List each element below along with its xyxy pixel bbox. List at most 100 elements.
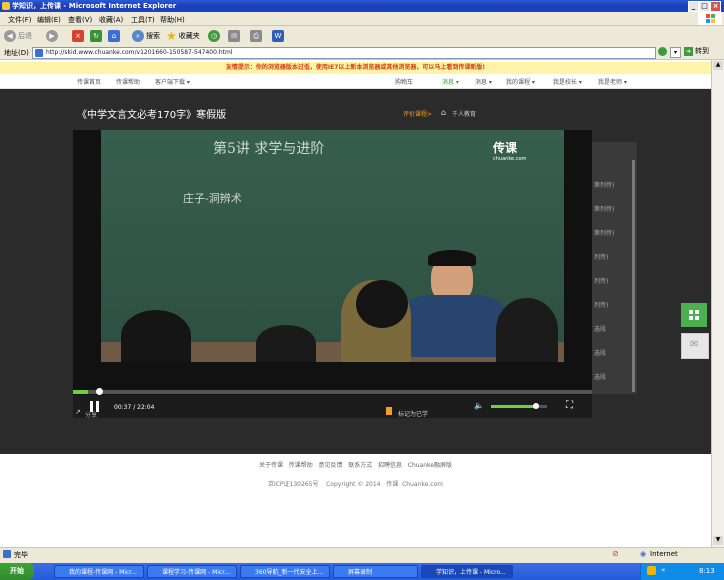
chapter-item[interactable]: 选段 [594,372,606,381]
page-scrollbar[interactable]: ▲ ▼ [711,60,724,547]
task-button[interactable]: 360导航_新一代安全上... [240,565,330,578]
student-head-3 [121,310,191,362]
footer-brand: 传课 [386,481,399,488]
org-name[interactable]: 千人教育 [452,109,476,118]
stop-icon: × [72,29,84,42]
course-title: 《中学文言文必考170字》寒假版 [77,110,227,121]
page-done-icon [3,550,11,558]
forward-button[interactable]: ▶ [46,29,58,42]
menu-edit[interactable]: 编辑(E) [37,15,61,25]
home-button[interactable]: ⌂ [108,29,120,42]
minimize-button[interactable]: _ [688,1,699,12]
dropdown-arrow-icon[interactable]: ▾ [670,47,681,58]
video-progress-bar[interactable] [73,388,592,395]
scroll-down-icon[interactable]: ▼ [713,536,723,545]
chapter-item[interactable]: 列传) [594,300,608,309]
history-button[interactable]: ◷ [208,29,220,42]
scroll-up-icon[interactable]: ▲ [713,61,723,70]
nav-messages-1[interactable]: 消息 ▾ [442,77,459,86]
history-icon: ◷ [208,29,220,42]
task-button-active[interactable]: 学知识，上传课 - Micro... [421,565,513,578]
fullscreen-icon[interactable]: ⛶ [566,400,573,411]
student-head-1 [356,280,408,328]
window-titlebar[interactable]: 学知识，上传课 - Microsoft Internet Explorer _ … [0,0,724,12]
word-button[interactable]: W [272,29,284,42]
footer-link-help[interactable]: 传课帮助 [289,462,313,469]
video-progress-handle[interactable] [96,388,103,395]
volume-slider[interactable] [491,403,547,409]
zone-label: Internet [650,550,678,558]
nav-cart[interactable]: 购物车 [395,77,413,86]
task-button[interactable]: 我的课程-传课网 - Micr... [54,565,144,578]
footer-link-fullscreen[interactable]: Chuanke融屏版 [408,462,452,469]
maximize-button[interactable]: □ [699,1,710,12]
footer-icp[interactable]: 京ICP证130265号 [268,481,318,488]
status-text: 完毕 [14,551,28,559]
nav-messages-2[interactable]: 消息 ▾ [475,77,492,86]
stop-button[interactable]: × [72,29,84,42]
nav-help[interactable]: 传课帮助 [116,77,140,86]
nav-principal[interactable]: 我是校长 ▾ [553,77,582,86]
chapter-item[interactable]: 第列传) [594,204,614,213]
compat-icon[interactable] [658,47,667,56]
back-button[interactable]: ◀ 后退 [4,29,32,42]
rate-course-link[interactable]: 评价课程> [403,109,432,118]
footer-link-jobs[interactable]: 招聘信息 [378,462,402,469]
volume-icon[interactable]: 🔈 [474,401,484,410]
status-bar: 完毕 ⊘ ◉ Internet [0,547,724,561]
go-button[interactable]: ➜ 转到 [684,46,709,56]
share-label[interactable]: 分享 [85,410,97,419]
refresh-button[interactable]: ↻ [90,29,102,42]
volume-handle[interactable] [533,403,539,409]
chapter-item[interactable]: 第列传) [594,228,614,237]
nav-home[interactable]: 传课首页 [77,77,101,86]
feedback-button[interactable]: ✉ [681,333,709,359]
share-icon[interactable]: ↗ [75,408,81,416]
chapter-item[interactable]: 列传) [594,276,608,285]
menu-file[interactable]: 文件(F) [8,15,32,25]
task-button[interactable]: 屏幕录制 [333,565,418,578]
chapter-item[interactable]: 选段 [594,348,606,357]
search-icon: ⌕ [132,29,144,42]
footer-domain: Chuanke.com [402,481,444,488]
security-icon: ⊘ [612,549,619,558]
task-button[interactable]: 课程学习-传课网 - Micr... [147,565,237,578]
nav-teacher[interactable]: 我是老师 ▾ [598,77,627,86]
footer-link-feedback[interactable]: 意见反馈 [319,462,343,469]
home-icon: ⌂ [108,29,120,42]
favorites-button[interactable]: ★ 收藏夹 [166,29,200,43]
video-frame[interactable]: 第5讲 求学与进阶 庄子-洞辨术 传课 chuanke.com [101,130,564,362]
menu-view[interactable]: 查看(V) [68,15,92,25]
site-nav: 传课首页 传课帮助 客户端下载 ▾ 购物车 消息 ▾ 消息 ▾ 我的课程 ▾ 我… [0,74,711,89]
volume-fill [491,405,536,408]
footer-copyright: 京ICP证130265号 Copyright © 2014 传课 Chuanke… [0,479,711,488]
qrcode-icon [689,310,699,320]
mail-button[interactable]: ✉ [228,29,240,42]
tray-app-icon[interactable] [647,566,656,575]
volume-tray-icon[interactable]: « [661,566,665,574]
search-button[interactable]: ⌕ 搜索 [132,29,160,42]
menu-favorites[interactable]: 收藏(A) [99,15,123,25]
nav-my-courses[interactable]: 我的课程 ▾ [506,77,535,86]
chapter-item[interactable]: 选段 [594,324,606,333]
close-button[interactable]: × [710,1,721,12]
bookmark-label[interactable]: 标记为已学 [398,409,428,418]
video-controls: 00:37 / 22:04 ↗ 分享 标记为已学 🔈 ⛶ [73,395,592,419]
menu-tools[interactable]: 工具(T) [131,15,155,25]
bookmark-icon[interactable] [386,407,392,415]
word-icon: W [272,29,284,42]
footer-link-about[interactable]: 关于传课 [259,462,283,469]
nav-download[interactable]: 客户端下载 ▾ [155,77,190,86]
start-button[interactable]: 开始 [0,563,34,580]
menu-help[interactable]: 帮助(H) [160,15,185,25]
address-input[interactable]: http://skid.www.chuanke.com/v1201660-150… [32,47,656,59]
chapter-item[interactable]: 列传) [594,252,608,261]
clock: 8:13 [699,567,715,575]
qrcode-button[interactable] [681,303,707,327]
chapter-list-scrollbar[interactable] [632,160,635,392]
chapter-list: 第列传) 第列传) 第列传) 列传) 列传) 列传) 选段 选段 选段 [592,142,637,394]
mail-icon: ✉ [690,339,699,350]
print-button[interactable]: ⎙ [250,29,262,42]
chapter-item[interactable]: 第列传) [594,180,614,189]
footer-link-contact[interactable]: 联系方式 [348,462,372,469]
